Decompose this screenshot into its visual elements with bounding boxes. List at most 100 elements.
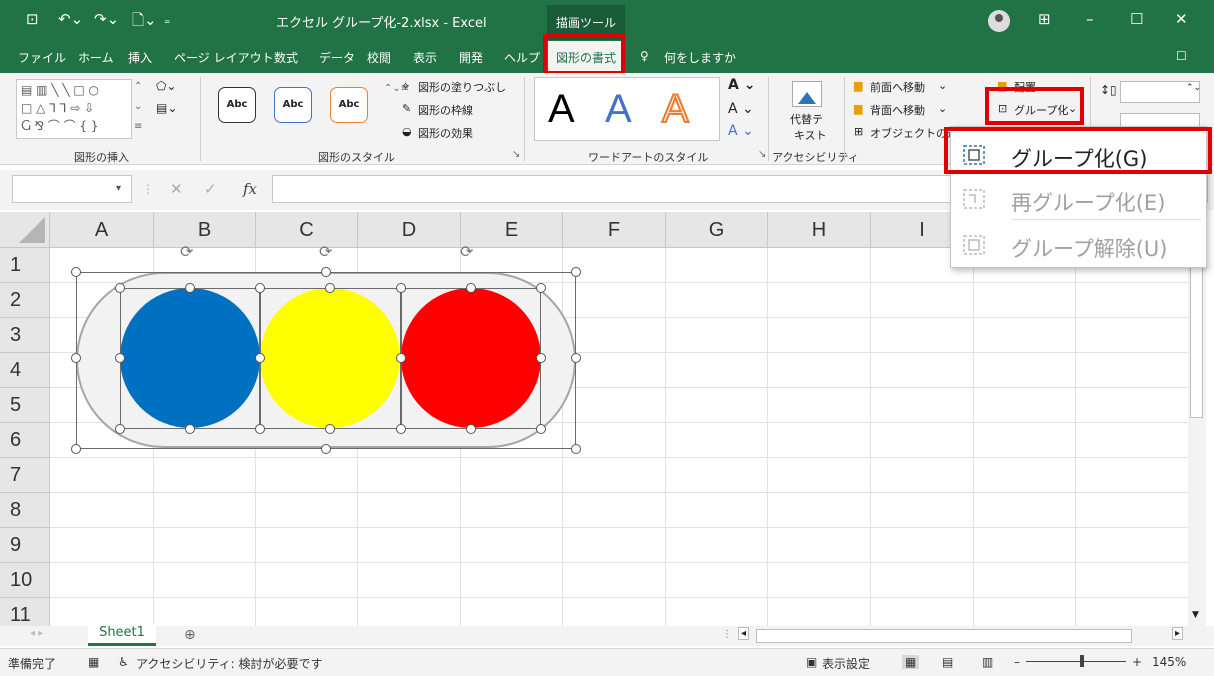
normal-view-icon[interactable]: ▦ xyxy=(902,655,920,669)
bring-forward-button[interactable]: 前面へ移動 xyxy=(870,79,925,95)
resize-handle[interactable] xyxy=(571,353,581,363)
row-header[interactable]: 8 xyxy=(0,493,50,528)
resize-handle[interactable] xyxy=(396,353,406,363)
zoom-out-icon[interactable]: – xyxy=(1014,655,1020,669)
resize-handle[interactable] xyxy=(321,444,331,454)
send-backward-button[interactable]: 背面へ移動 xyxy=(870,102,925,118)
vertical-scroll-thumb[interactable] xyxy=(1190,258,1203,418)
column-header[interactable]: D xyxy=(358,212,461,248)
dialog-launcher-icon[interactable]: ↘ xyxy=(758,149,766,160)
account-avatar[interactable] xyxy=(988,10,1010,32)
row-header[interactable]: 1 xyxy=(0,248,50,283)
resize-handle[interactable] xyxy=(255,283,265,293)
row-header[interactable]: 11 xyxy=(0,598,50,626)
row-header[interactable]: 6 xyxy=(0,423,50,458)
rotate-handle-icon[interactable]: ⟳ xyxy=(319,242,332,261)
shape-style-2[interactable]: Abc xyxy=(274,87,312,123)
resize-handle[interactable] xyxy=(536,424,546,434)
textbox-icon[interactable]: ▤⌄ xyxy=(156,101,177,115)
resize-handle[interactable] xyxy=(396,283,406,293)
send-backward-icon[interactable]: ▆ xyxy=(854,102,862,115)
resize-handle[interactable] xyxy=(255,424,265,434)
wordart-style-blue[interactable]: A xyxy=(605,87,632,132)
spin-icon[interactable]: ⌃⌄ xyxy=(1186,83,1201,93)
resize-handle[interactable] xyxy=(396,424,406,434)
ribbon-display-options-icon[interactable]: ⊞ xyxy=(1038,10,1051,28)
tell-me-lightbulb-icon[interactable]: ♀ xyxy=(640,49,649,63)
resize-handle[interactable] xyxy=(185,424,195,434)
column-header[interactable]: E xyxy=(461,212,563,248)
resize-handle[interactable] xyxy=(71,353,81,363)
resize-handle[interactable] xyxy=(536,283,546,293)
scroll-sheets-left-icon[interactable]: ◂ ▸ xyxy=(30,628,43,639)
comments-icon[interactable]: ☐ xyxy=(1176,49,1187,63)
tab-shape-format[interactable]: 図形の書式 xyxy=(548,41,625,73)
align-button[interactable]: 配置 xyxy=(1014,79,1036,95)
shape-style-3[interactable]: Abc xyxy=(330,87,368,123)
edit-shape-icon[interactable]: ⬠⌄ xyxy=(156,79,176,93)
column-header[interactable]: B xyxy=(154,212,256,248)
group-button[interactable]: グループ化 xyxy=(1014,102,1068,118)
vertical-scrollbar[interactable]: ▼ xyxy=(1188,212,1206,626)
shape-effects-button[interactable]: 図形の効果 xyxy=(418,125,473,141)
redo-icon[interactable]: ↷⌄ xyxy=(94,10,119,28)
text-outline-icon[interactable]: A ⌄ xyxy=(728,101,754,117)
alt-text-label-2[interactable]: キスト xyxy=(794,127,827,143)
customize-quick-access-icon[interactable]: ₌ xyxy=(164,13,170,27)
select-all-button[interactable] xyxy=(0,212,50,248)
effects-icon[interactable]: ◒ xyxy=(402,125,412,138)
shape-gallery[interactable]: ▤ ▥ ╲ ╲ □ ○ □ △ ⅂ ⅂ ⇨ ⇩ Ⴚ ⅋ ⌒ ⌒ { } xyxy=(16,79,132,139)
tab-review[interactable]: 校閲 xyxy=(367,49,391,66)
accessibility-status[interactable]: アクセシビリティ: 検討が必要です xyxy=(136,655,323,672)
bring-forward-icon[interactable]: ▆ xyxy=(854,79,862,92)
resize-handle[interactable] xyxy=(255,353,265,363)
row-header[interactable]: 5 xyxy=(0,388,50,423)
row-header[interactable]: 3 xyxy=(0,318,50,353)
tell-me-search[interactable]: 何をしますか xyxy=(664,49,736,66)
tab-help[interactable]: ヘルプ xyxy=(504,49,540,66)
row-header[interactable]: 10 xyxy=(0,563,50,598)
resize-handle[interactable] xyxy=(115,353,125,363)
horizontal-scrollbar[interactable] xyxy=(756,629,1132,643)
align-icon[interactable]: ▆ xyxy=(998,79,1006,92)
display-settings-icon[interactable]: ▣ xyxy=(806,655,817,669)
chevron-down-icon[interactable]: ⌄ xyxy=(1068,102,1077,115)
add-sheet-icon[interactable]: ⊕ xyxy=(184,627,196,643)
display-settings-button[interactable]: 表示設定 xyxy=(822,655,870,672)
textbox-shape-icon[interactable]: ▤ ▥ ╲ ╲ □ ○ xyxy=(21,84,99,96)
insert-function-button[interactable]: fx xyxy=(243,180,257,198)
resize-handle[interactable] xyxy=(71,267,81,277)
tab-developer[interactable]: 開発 xyxy=(459,49,483,66)
resize-handle[interactable] xyxy=(115,424,125,434)
minimize-icon[interactable]: – xyxy=(1086,10,1094,28)
tab-data[interactable]: データ xyxy=(319,49,355,66)
rotate-handle-icon[interactable]: ⟳ xyxy=(460,242,473,261)
sheet-tab[interactable]: Sheet1 xyxy=(88,624,156,646)
row-header[interactable]: 7 xyxy=(0,458,50,493)
zoom-level[interactable]: 145% xyxy=(1152,655,1186,669)
tab-file[interactable]: ファイル xyxy=(18,49,66,66)
resize-handle[interactable] xyxy=(71,444,81,454)
chevron-down-icon[interactable]: ⌄ xyxy=(938,102,947,115)
menu-item-group[interactable]: グループ化(G) xyxy=(951,133,1206,177)
tab-page-layout[interactable]: ページ レイアウト xyxy=(174,49,274,66)
text-effects-icon[interactable]: A ⌄ xyxy=(728,123,754,139)
tab-insert[interactable]: 挿入 xyxy=(128,49,152,66)
resize-handle[interactable] xyxy=(321,267,331,277)
tab-formulas[interactable]: 数式 xyxy=(274,49,298,66)
name-box-dropdown-icon[interactable]: ▾ xyxy=(116,183,121,194)
undo-icon[interactable]: ↶⌄ xyxy=(58,10,83,28)
group-icon[interactable]: ⊡ xyxy=(998,102,1007,115)
name-box[interactable] xyxy=(12,175,132,203)
gallery-more-icon[interactable]: ≡ xyxy=(134,121,142,132)
zoom-slider[interactable] xyxy=(1026,661,1126,662)
column-header[interactable]: H xyxy=(768,212,871,248)
selection-pane-icon[interactable]: ⊞ xyxy=(854,125,863,138)
tab-home[interactable]: ホーム xyxy=(78,49,114,66)
resize-handle[interactable] xyxy=(325,424,335,434)
chevron-down-icon[interactable]: ⌄ xyxy=(938,79,947,92)
rotate-handle-icon[interactable]: ⟳ xyxy=(180,242,193,261)
shape-style-1[interactable]: Abc xyxy=(218,87,256,123)
column-header[interactable]: F xyxy=(563,212,666,248)
enter-icon[interactable]: ✓ xyxy=(204,180,217,198)
